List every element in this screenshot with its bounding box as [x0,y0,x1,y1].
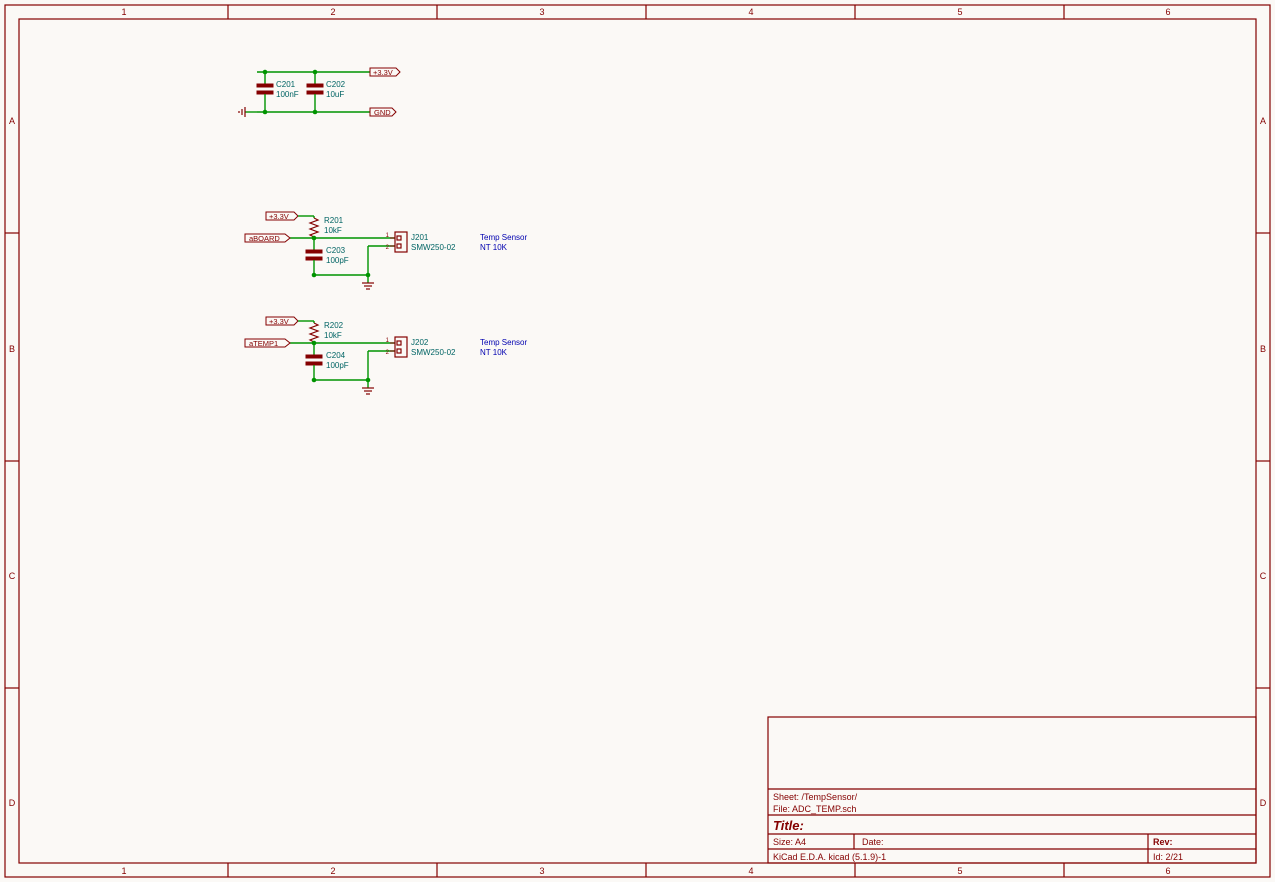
tb-file-label: File: [773,804,790,814]
svg-text:100pF: 100pF [326,361,349,370]
svg-text:C: C [9,571,16,581]
svg-text:File: ADC_TEMP.s: File: ADC_TEMP.sch [773,804,856,814]
svg-text:D: D [9,798,16,808]
tb-rev-label: Rev: [1153,837,1173,847]
tb-sheet-label: Sheet: [773,792,799,802]
c201-val: 100nF [276,90,299,99]
note-temp-b1-1: Temp Sensor [480,233,527,242]
schematic-canvas: 1 2 3 4 5 6 1 2 3 4 5 6 A B C D A B C D [0,0,1275,882]
gnd-symbol-b1 [362,283,374,289]
svg-text:2: 2 [330,866,335,876]
svg-text:D: D [1260,798,1267,808]
col-top-4: 4 [748,7,753,17]
decoupling-block: C201 100nF C202 10uF +3.3V GND [239,68,400,117]
tb-id: 2/21 [1166,852,1184,862]
note-temp-b2-2: NT 10K [480,348,508,357]
c204: C204 100pF [306,351,349,370]
frame-cols-bot: 1 2 3 4 5 6 [121,863,1170,877]
c202-ref: C202 [326,80,346,89]
svg-text:SMW250-02: SMW250-02 [411,243,456,252]
svg-text:3: 3 [539,866,544,876]
svg-text:+3.3V: +3.3V [269,212,289,221]
svg-text:A: A [9,116,15,126]
tb-title-label: Title: [773,818,804,833]
svg-text:KiCad E.D.A. ki: KiCad E.D.A. kicad (5.1.9)-1 [773,852,886,862]
svg-text:Sheet: /TempSens: Sheet: /TempSensor/ [773,792,858,802]
col-top-2: 2 [330,7,335,17]
svg-text:4: 4 [748,866,753,876]
pwr-3v3-flag: +3.3V [370,68,400,77]
svg-text:Size: A4: Size: A4 [773,837,806,847]
tb-sheet: /TempSensor/ [802,792,858,802]
svg-text:B: B [9,344,15,354]
note-temp-b1-2: NT 10K [480,243,508,252]
svg-text:B: B [1260,344,1266,354]
temp-block-1: +3.3V R201 10kF aBOARD C203 100pF [245,212,527,289]
svg-text:6: 6 [1165,866,1170,876]
svg-text:R201: R201 [324,216,344,225]
svg-text:Id: 2/21: Id: 2/21 [1153,852,1183,862]
title-block: Sheet: /TempSensor/ File: ADC_TEMP.sch T… [768,717,1256,863]
svg-text:aBOARD: aBOARD [249,234,280,243]
frame-cols-top: 1 2 3 4 5 6 [121,5,1170,19]
note-temp-b2-1: Temp Sensor [480,338,527,347]
svg-text:J201: J201 [411,233,429,242]
svg-text:10kF: 10kF [324,331,342,340]
gnd-flag: GND [370,108,396,117]
svg-text:C203: C203 [326,246,346,255]
j201: 1 2 J201 SMW250-02 [386,232,456,252]
svg-text:+3.3V: +3.3V [373,68,393,77]
r202: R202 10kF [310,321,344,343]
svg-text:C: C [1260,571,1267,581]
svg-text:J202: J202 [411,338,429,347]
c201-ref: C201 [276,80,296,89]
svg-text:Rev:: Rev: [1153,837,1173,847]
tb-size: A4 [795,837,806,847]
net-label-aboard: aBOARD [245,234,290,243]
svg-text:Date:: Date: [862,837,884,847]
j202: 1 2 J202 SMW250-02 [386,337,456,357]
svg-text:+3.3V: +3.3V [269,317,289,326]
svg-text:GND: GND [374,108,391,117]
col-top-3: 3 [539,7,544,17]
col-top-5: 5 [957,7,962,17]
c202-val: 10uF [326,90,344,99]
c202: C202 10uF [307,72,346,112]
svg-text:aTEMP1: aTEMP1 [249,339,278,348]
frame-rows-right: A B C D [1256,116,1270,808]
tb-size-label: Size: [773,837,793,847]
tb-tool: kicad (5.1.9)-1 [829,852,887,862]
c201: C201 100nF [257,72,299,112]
svg-text:1: 1 [121,866,126,876]
r201: R201 10kF [310,216,344,238]
tb-id-label: Id: [1153,852,1163,862]
c203: C203 100pF [306,246,349,265]
tb-tool-label: KiCad E.D.A. [773,852,826,862]
gnd-symbol-decoupling [239,107,257,117]
svg-text:R202: R202 [324,321,344,330]
net-label-atemp1: aTEMP1 [245,339,290,348]
inner-frame [19,19,1256,863]
svg-text:C204: C204 [326,351,346,360]
frame-rows-left: A B C D [5,116,19,808]
svg-text:10kF: 10kF [324,226,342,235]
gnd-symbol-b2 [362,388,374,394]
tb-date-label: Date: [862,837,884,847]
svg-text:A: A [1260,116,1266,126]
outer-frame [5,5,1270,877]
col-top-1: 1 [121,7,126,17]
svg-text:SMW250-02: SMW250-02 [411,348,456,357]
svg-text:5: 5 [957,866,962,876]
tb-file: ADC_TEMP.sch [792,804,856,814]
col-top-6: 6 [1165,7,1170,17]
temp-block-2: +3.3V R202 10kF aTEMP1 C204 100pF [245,317,527,394]
svg-text:100pF: 100pF [326,256,349,265]
